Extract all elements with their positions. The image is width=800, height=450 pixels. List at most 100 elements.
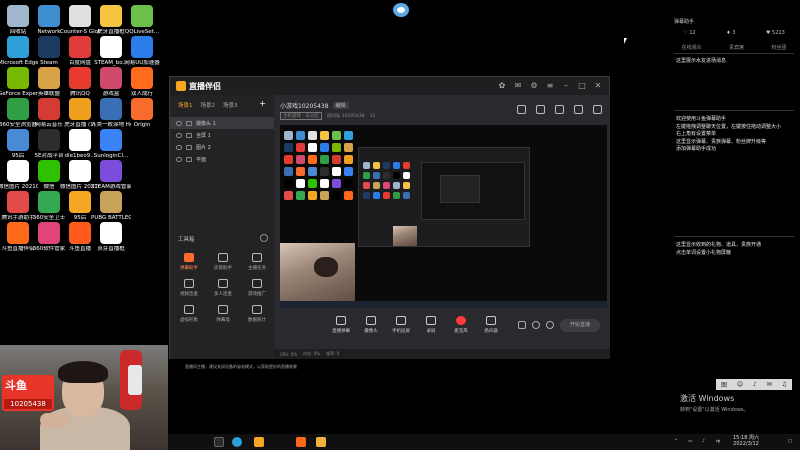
maximize-icon[interactable]: □ xyxy=(577,81,587,91)
mini-icon xyxy=(332,143,341,152)
room-category[interactable]: 主机游戏 · 未分区 xyxy=(280,112,322,120)
mini-icon xyxy=(363,172,370,179)
tool-item[interactable]: 游戏推广 xyxy=(242,279,272,297)
add-scene-icon[interactable]: + xyxy=(259,100,266,109)
tray-app-icon[interactable] xyxy=(393,3,409,17)
menu-icon[interactable]: ≡ xyxy=(545,81,555,91)
skin-icon[interactable]: ✿ xyxy=(497,81,507,91)
source-item[interactable]: 全屏 1 xyxy=(170,129,274,141)
beauty-icon[interactable] xyxy=(532,321,540,329)
tool-label: 数据统计 xyxy=(248,318,266,323)
notification-icon[interactable]: ▢ xyxy=(788,439,792,444)
toolbox-settings-icon[interactable] xyxy=(260,234,268,242)
tool-icon xyxy=(252,253,262,262)
source-item[interactable]: 平面 xyxy=(170,153,274,165)
mini-icon xyxy=(363,162,370,169)
minimize-icon[interactable]: – xyxy=(561,81,571,91)
control-button[interactable]: 手机投屏 xyxy=(390,316,412,334)
ime-item[interactable]: ♫ xyxy=(782,381,787,388)
task-view-icon[interactable] xyxy=(214,437,224,447)
tab-scene-3[interactable]: 场景3 xyxy=(223,101,238,109)
app-icon xyxy=(131,5,153,27)
douyu-app-icon[interactable] xyxy=(254,437,264,447)
tool-item[interactable]: 房管助手 xyxy=(208,253,238,271)
lock-icon[interactable] xyxy=(186,156,192,162)
control-icon xyxy=(486,316,496,325)
tab-fans[interactable]: 粉丝团 xyxy=(771,44,786,51)
mini-icon xyxy=(393,162,400,169)
eye-icon[interactable] xyxy=(176,120,182,126)
share-icon[interactable] xyxy=(593,105,602,114)
app-icon xyxy=(7,160,29,182)
taskbar-clock[interactable]: 15:18 周六 2022/3/12 xyxy=(733,435,759,447)
edge-icon[interactable] xyxy=(232,437,242,447)
eye-icon[interactable] xyxy=(176,156,182,162)
control-button[interactable]: 直播弹幕 xyxy=(330,316,352,334)
app-icon xyxy=(69,160,91,182)
pc-icon[interactable] xyxy=(518,321,526,329)
control-button[interactable]: 麦克风 xyxy=(450,316,472,334)
tab-scene-1[interactable]: 场景1 xyxy=(178,101,193,109)
settings-icon[interactable] xyxy=(546,321,554,329)
settings-icon[interactable]: ⚙ xyxy=(529,81,539,91)
volume-icon[interactable]: ♪ xyxy=(702,439,705,444)
tab-scene-2[interactable]: 场景2 xyxy=(201,101,216,109)
control-button[interactable]: 摄像头 xyxy=(360,316,382,334)
tool-icon xyxy=(252,279,262,288)
ime-item[interactable]: ☺ xyxy=(737,381,743,388)
tool-item[interactable]: 数据统计 xyxy=(242,305,272,323)
source-item[interactable]: 摄像头 1 xyxy=(170,117,274,129)
mini-icon xyxy=(296,179,305,188)
network-icon[interactable]: ▭ xyxy=(688,439,692,444)
danmaku-messages: 欢迎使用斗鱼弹幕助手 左键拖拽调整聊天位置，左键按住拖动调整大小 右上角有设置菜… xyxy=(676,116,782,152)
start-live-button[interactable]: 开始直播 xyxy=(560,319,600,332)
edit-room-button[interactable]: 编辑 xyxy=(332,102,349,109)
tool-item[interactable]: 主播任务 xyxy=(242,253,272,271)
tab-online-viewers[interactable]: 在线观众 xyxy=(682,44,702,51)
control-icon xyxy=(336,316,346,325)
ime-item[interactable]: 图 xyxy=(721,380,727,389)
tool-item[interactable]: 弹幕助手 xyxy=(174,253,204,271)
tab-vip[interactable]: 贵宾席 xyxy=(729,44,744,51)
grid-icon[interactable] xyxy=(536,105,545,114)
ime-icon[interactable]: 中 xyxy=(716,439,721,445)
mini-icon xyxy=(320,131,329,140)
tray-arrow-icon[interactable]: ^ xyxy=(674,439,678,444)
streaming-app-icon[interactable] xyxy=(296,437,306,447)
app-logo-icon xyxy=(176,81,186,91)
app-icon xyxy=(131,98,153,120)
mini-icon xyxy=(284,155,293,164)
close-icon[interactable]: ✕ xyxy=(593,81,603,91)
source-label: 平面 xyxy=(196,156,207,163)
ime-item[interactable]: ♪ xyxy=(753,381,757,388)
ime-item[interactable]: ✉ xyxy=(767,381,772,388)
mini-icon xyxy=(284,131,293,140)
stream-preview[interactable] xyxy=(280,125,607,308)
layout-icon[interactable] xyxy=(517,105,526,114)
app-icon xyxy=(7,129,29,151)
mini-icon xyxy=(373,162,380,169)
tool-item[interactable]: 多人连麦 xyxy=(208,279,238,297)
source-item[interactable]: 图片 2 xyxy=(170,141,274,153)
chat-header: 弹幕助手 xyxy=(674,19,695,25)
message-icon[interactable]: ✉ xyxy=(513,81,523,91)
tool-item[interactable]: 视频连麦 xyxy=(174,279,204,297)
tool-item[interactable]: 虚拟形象 xyxy=(174,305,204,323)
mini-icon xyxy=(308,167,317,176)
control-button[interactable]: 扬声器 xyxy=(480,316,502,334)
lock-icon[interactable] xyxy=(186,120,192,126)
eye-icon[interactable] xyxy=(176,132,182,138)
image-icon[interactable] xyxy=(555,105,564,114)
lock-icon[interactable] xyxy=(186,132,192,138)
eye-icon[interactable] xyxy=(176,144,182,150)
folder-icon[interactable] xyxy=(316,437,326,447)
logo-text: 斗鱼 xyxy=(5,379,27,392)
record-icon[interactable] xyxy=(574,105,583,114)
control-button[interactable]: 录屏 xyxy=(420,316,442,334)
lock-icon[interactable] xyxy=(186,144,192,150)
tool-item[interactable]: 弹幕墙 xyxy=(208,305,238,323)
danmaku-panel: 弹幕助手 ♡ 12 ♦ 3 ♥ 5213 在线观众 贵宾席 粉丝团 这里展示水友… xyxy=(668,0,800,380)
app-icon xyxy=(100,98,122,120)
mini-icon xyxy=(373,182,380,189)
desktop-icon[interactable]: 哀芽直播框 xyxy=(91,222,131,266)
